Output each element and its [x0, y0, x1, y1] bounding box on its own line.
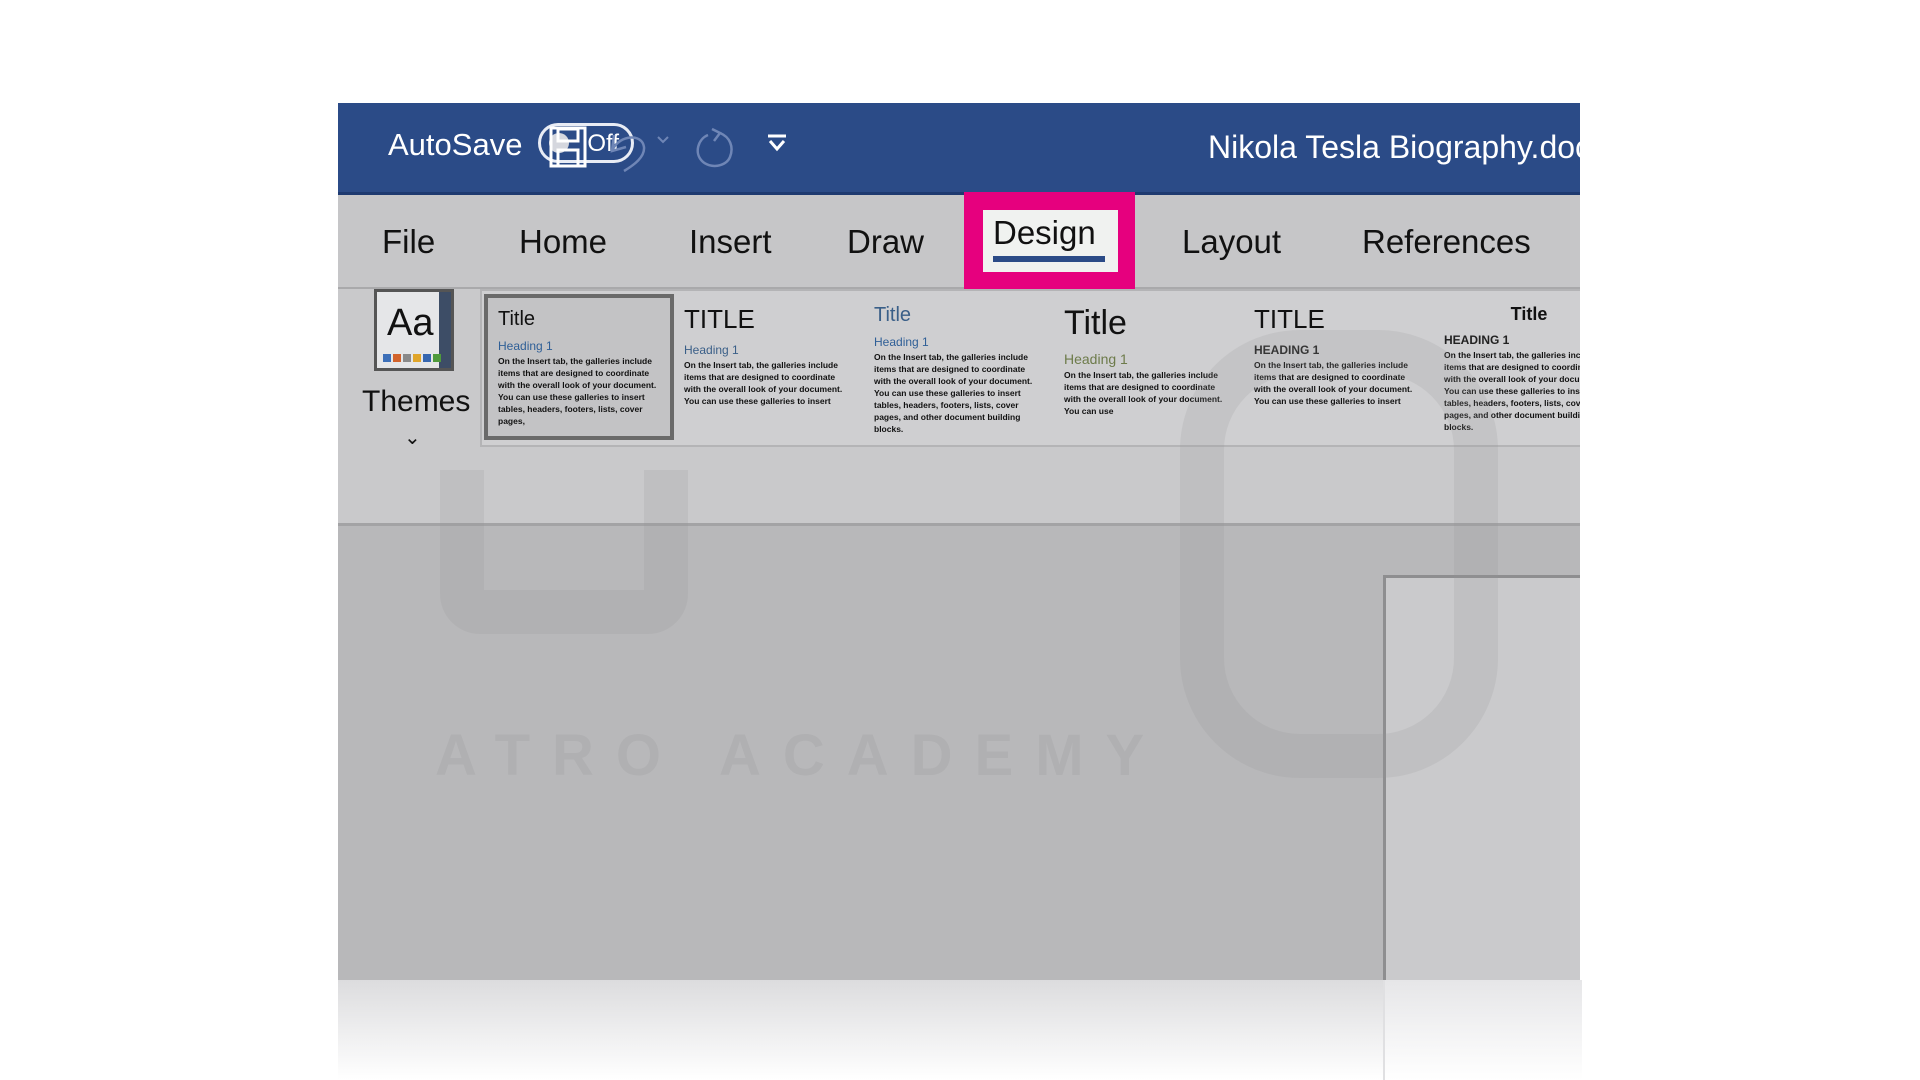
- style-set-item[interactable]: Title Heading 1 On the Insert tab, the g…: [864, 294, 1054, 440]
- swatch: [423, 354, 431, 362]
- style-heading: HEADING 1: [1444, 333, 1510, 347]
- page-reflection: [1383, 980, 1582, 1080]
- style-title: Title: [498, 308, 536, 330]
- style-heading: Heading 1: [1064, 351, 1128, 367]
- swatch: [403, 354, 411, 362]
- swatch: [393, 354, 401, 362]
- style-title: Title: [1510, 304, 1548, 324]
- swatch: [383, 354, 391, 362]
- redo-icon[interactable]: [690, 125, 738, 178]
- tab-references[interactable]: References: [1362, 223, 1531, 261]
- style-title: Title: [1064, 304, 1127, 342]
- style-body: On the Insert tab, the galleries include…: [498, 356, 657, 426]
- save-icon[interactable]: [548, 125, 588, 174]
- tab-insert[interactable]: Insert: [689, 223, 772, 261]
- tab-home[interactable]: Home: [519, 223, 607, 261]
- active-tab-underline: [993, 256, 1105, 262]
- undo-icon[interactable]: [608, 125, 652, 178]
- style-body: On the Insert tab, the galleries include…: [684, 360, 843, 406]
- style-title: TITLE: [684, 304, 755, 334]
- title-bar: AutoSave Off Nikola Tesla Biography.doc: [338, 103, 1580, 195]
- style-title: Title: [874, 304, 912, 326]
- tab-design-label: Design: [993, 214, 1096, 251]
- customize-toolbar-icon[interactable]: [766, 133, 788, 160]
- undo-dropdown-icon[interactable]: [656, 133, 670, 152]
- tab-layout[interactable]: Layout: [1182, 223, 1281, 261]
- bottom-reflection: [338, 980, 1582, 1080]
- style-body: On the Insert tab, the galleries include…: [874, 352, 1033, 434]
- tab-design[interactable]: Design: [983, 210, 1118, 272]
- document-title: Nikola Tesla Biography.doc: [1208, 129, 1580, 165]
- design-tab-highlight: Design: [964, 192, 1135, 290]
- swatch: [413, 354, 421, 362]
- themes-icon-text: Aa: [387, 302, 434, 344]
- themes-icon: Aa: [374, 289, 454, 371]
- watermark-logo-shape: [1180, 330, 1498, 778]
- watermark-logo-shape: [440, 470, 688, 634]
- style-heading: Heading 1: [498, 339, 553, 353]
- chevron-down-icon[interactable]: ⌄: [404, 425, 421, 450]
- theme-swatches: [383, 354, 441, 362]
- style-set-item[interactable]: TITLE Heading 1 On the Insert tab, the g…: [674, 294, 864, 440]
- themes-label: Themes: [362, 385, 471, 418]
- style-set-item[interactable]: Title Heading 1 On the Insert tab, the g…: [484, 294, 674, 440]
- ribbon-tabs: File Home Insert Draw Layout References: [338, 195, 1580, 289]
- watermark-text: ATRO ACADEMY: [435, 723, 1167, 788]
- tab-file[interactable]: File: [382, 223, 435, 261]
- swatch: [433, 354, 441, 362]
- style-heading: Heading 1: [684, 343, 739, 357]
- autosave-label: AutoSave: [388, 127, 523, 162]
- tab-draw[interactable]: Draw: [847, 223, 924, 261]
- themes-button[interactable]: Aa Themes ⌄: [362, 289, 470, 450]
- style-heading: Heading 1: [874, 335, 929, 349]
